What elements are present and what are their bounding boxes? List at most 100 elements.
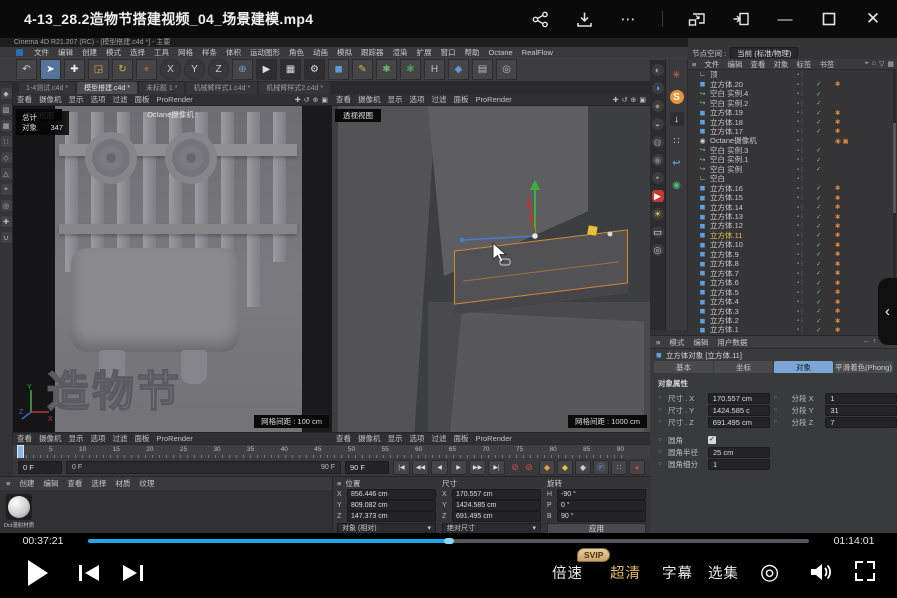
octane-dot-icon[interactable]: • (652, 172, 664, 184)
c4d-menu-item[interactable]: 跟踪器 (361, 47, 384, 58)
layer-dots-icon[interactable]: ▪⋮ (797, 204, 813, 211)
material-name[interactable]: Oct漫射材质 (2, 521, 36, 529)
matrix-icon[interactable]: ∷ (670, 134, 684, 148)
play-forward-button[interactable]: ▶ (450, 460, 467, 475)
c4d-menu-item[interactable]: 运动图形 (250, 47, 280, 58)
object-tag-check[interactable]: ✓ (816, 307, 832, 315)
material-menu-item[interactable]: 查看 (67, 478, 82, 489)
prev-key-button[interactable]: ◀◀ (412, 460, 429, 475)
viewport-menu-item[interactable]: 面板 (454, 94, 469, 105)
rotate-tool-icon[interactable]: ↻ (112, 59, 133, 80)
viewport-menu-item[interactable]: 面板 (135, 94, 150, 105)
layer-dots-icon[interactable]: ▪⋮ (797, 213, 813, 220)
layer-dots-icon[interactable]: ▪⋮ (797, 90, 813, 97)
octane-sphere-icon[interactable]: ● (652, 100, 664, 112)
c4d-menu-item[interactable]: 窗口 (441, 47, 456, 58)
size-input[interactable]: 1424.585 c (708, 405, 770, 416)
size-x-input[interactable]: 170.557 cm (452, 489, 541, 500)
object-tag-check[interactable]: ✓ (816, 184, 832, 192)
viewport-camera-label[interactable]: Octane摄像机 : (147, 109, 198, 120)
object-tag-badge[interactable]: ✱ (835, 250, 840, 258)
layer-dots-icon[interactable]: ▪⋮ (797, 166, 813, 173)
object-tag-badge[interactable]: ✱ (835, 184, 840, 192)
miniplayer-icon[interactable] (687, 9, 707, 29)
layer-dots-icon[interactable]: ▪⋮ (797, 147, 813, 154)
viewport-menu-item[interactable]: 查看 (336, 433, 351, 444)
pos-x-input[interactable]: 856.446 cm (347, 489, 436, 500)
playlist-button[interactable]: 选集 (708, 562, 739, 583)
object-tag-badge[interactable]: ✱ (835, 307, 840, 315)
object-tag-check[interactable]: ✓ (816, 260, 832, 268)
octane-ao-icon[interactable]: ◉ (652, 154, 664, 166)
viewport-menu-item[interactable]: ProRender (476, 95, 512, 104)
object-tag-badge[interactable]: ✱ (835, 127, 840, 135)
layer-dots-icon[interactable]: ▪⋮ (797, 71, 813, 78)
goto-end-button[interactable]: ▶| (488, 460, 505, 475)
object-tag-badge[interactable]: ✱ (835, 203, 840, 211)
rot-b-input[interactable]: 90 ° (557, 511, 646, 522)
play-button[interactable] (28, 560, 48, 586)
video-frame-cinema4d[interactable]: Cinema 4D R21.207 (RC) - [模型搭建.c4d *] - … (0, 38, 897, 533)
volume-icon[interactable]: ◆ (448, 59, 469, 80)
object-tag-badge[interactable]: ✱ (835, 317, 840, 325)
om-search-icon[interactable]: ⌖ (865, 60, 869, 68)
z-axis-lock-icon[interactable]: Z (208, 59, 229, 80)
goto-start-button[interactable]: |◀ (393, 460, 410, 475)
object-tag-badge[interactable]: ✱ (835, 118, 840, 126)
octane-shadow-icon[interactable]: ◍ (652, 136, 664, 148)
layer-dots-icon[interactable]: ▪⋮ (797, 251, 813, 258)
viewport-menu-item[interactable]: 过滤 (432, 94, 447, 105)
object-tag-check[interactable]: ✓ (816, 118, 832, 126)
layer-dots-icon[interactable]: ▪⋮ (797, 270, 813, 277)
layer-dots-icon[interactable]: ▪⋮ (797, 326, 813, 333)
om-home-icon[interactable]: ⌂ (872, 60, 876, 68)
progress-handle[interactable] (444, 538, 454, 544)
object-tag-badge[interactable]: ✱ (835, 80, 840, 88)
layer-dots-icon[interactable]: ▪⋮ (797, 308, 813, 315)
viewport-menu-item[interactable]: 过滤 (432, 433, 447, 444)
size-input[interactable]: 170.557 cm (708, 393, 770, 404)
c4d-menu-item[interactable]: 帮助 (465, 47, 480, 58)
object-tag-check[interactable]: ✓ (816, 99, 832, 107)
object-tag-check[interactable]: ✓ (816, 213, 832, 221)
object-row[interactable]: ◼ 立方体.1 ▪⋮ ✓ ✱ (688, 325, 897, 334)
hamburger-icon[interactable]: ≡ (656, 338, 660, 347)
viewport-menu-item[interactable]: 显示 (388, 433, 403, 444)
model-mode-icon[interactable]: ◆ (1, 88, 12, 99)
octane-node-icon[interactable]: ✳ (670, 68, 684, 82)
render-view-icon[interactable]: ▶ (256, 59, 277, 80)
octane-settings-icon[interactable]: ◎ (652, 244, 664, 256)
layer-dots-icon[interactable]: ▪⋮ (797, 128, 813, 135)
next-frame-button[interactable]: ▶▶ (469, 460, 486, 475)
playlist-toggle-button[interactable]: ‹ (878, 278, 897, 345)
layer-dots-icon[interactable]: ▪⋮ (797, 100, 813, 107)
c4d-menu-item[interactable]: 选择 (130, 47, 145, 58)
document-tab[interactable]: 1-4测试.c4d * (19, 82, 75, 94)
volume-icon[interactable] (808, 561, 832, 583)
texture-mode-icon[interactable]: ▧ (1, 104, 12, 115)
am-up-icon[interactable]: ↑ (873, 338, 877, 346)
close-button[interactable]: ✕ (863, 9, 883, 29)
object-tag-badge[interactable]: ✱ (835, 241, 840, 249)
object-tag-check[interactable]: ✓ (816, 241, 832, 249)
octane-contrast-icon[interactable]: ◐ (652, 64, 664, 76)
c4d-menu-item[interactable]: 渲染 (393, 47, 408, 58)
object-tag-check[interactable]: ✓ (816, 222, 832, 230)
timeline-playhead[interactable] (17, 445, 24, 459)
c4d-menu-item[interactable]: 角色 (289, 47, 304, 58)
material-menu-item[interactable]: 纹理 (139, 478, 154, 489)
om-filter-icon[interactable]: ▽ (879, 60, 884, 68)
viewport-menu-item[interactable]: 过滤 (113, 433, 128, 444)
coord-mode-dropdown[interactable]: 对象 (相对)▾ (337, 523, 436, 533)
object-tag-badge[interactable]: ◉ ▣ (835, 137, 849, 145)
move-tool-icon[interactable]: ✚ (64, 59, 85, 80)
object-tag-badge[interactable]: ✱ (835, 194, 840, 202)
points-mode-icon[interactable]: ∷ (1, 136, 12, 147)
om-menu-item[interactable]: 文件 (704, 59, 719, 70)
object-tag-check[interactable]: ✓ (816, 127, 832, 135)
timeline-ruler[interactable]: 051015202530354045505560657075808590 (13, 444, 650, 459)
object-tag-badge[interactable]: ✱ (835, 213, 840, 221)
quality-button[interactable]: 超清 (610, 562, 641, 583)
c4d-menu-item[interactable]: 编辑 (58, 47, 73, 58)
display-icon[interactable]: ▤ (472, 59, 493, 80)
